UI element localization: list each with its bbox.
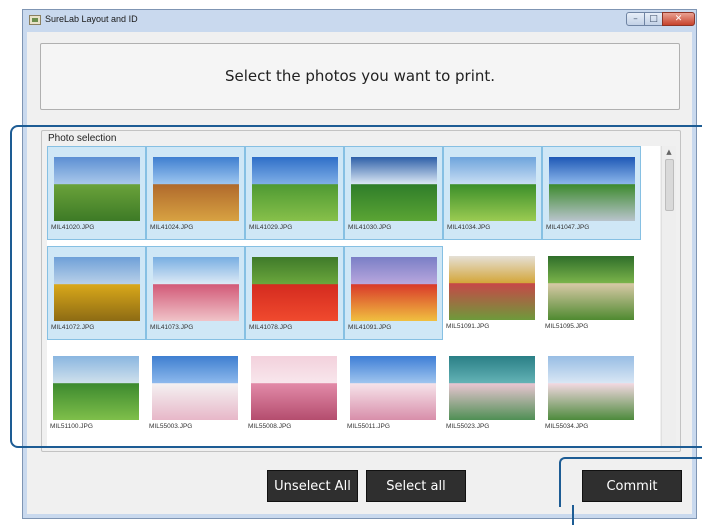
maximize-button[interactable]: □ — [644, 12, 663, 26]
unselect-all-button[interactable]: Unselect All — [267, 470, 358, 502]
callout-commit — [559, 457, 702, 507]
callout-leader-line — [572, 505, 574, 525]
close-icon: ✕ — [674, 14, 683, 24]
select-all-button[interactable]: Select all — [366, 470, 466, 502]
minimize-icon: – — [633, 14, 638, 24]
close-button[interactable]: ✕ — [662, 12, 695, 26]
instruction-text: Select the photos you want to print. — [224, 67, 496, 85]
maximize-icon: □ — [649, 14, 658, 24]
minimize-button[interactable]: – — [626, 12, 645, 26]
callout-photo-selection — [10, 125, 702, 448]
app-icon — [29, 15, 41, 25]
title-bar[interactable]: SureLab Layout and ID – □ ✕ — [23, 10, 696, 32]
instruction-banner: Select the photos you want to print. — [40, 43, 680, 110]
window-title: SureLab Layout and ID — [45, 14, 138, 24]
